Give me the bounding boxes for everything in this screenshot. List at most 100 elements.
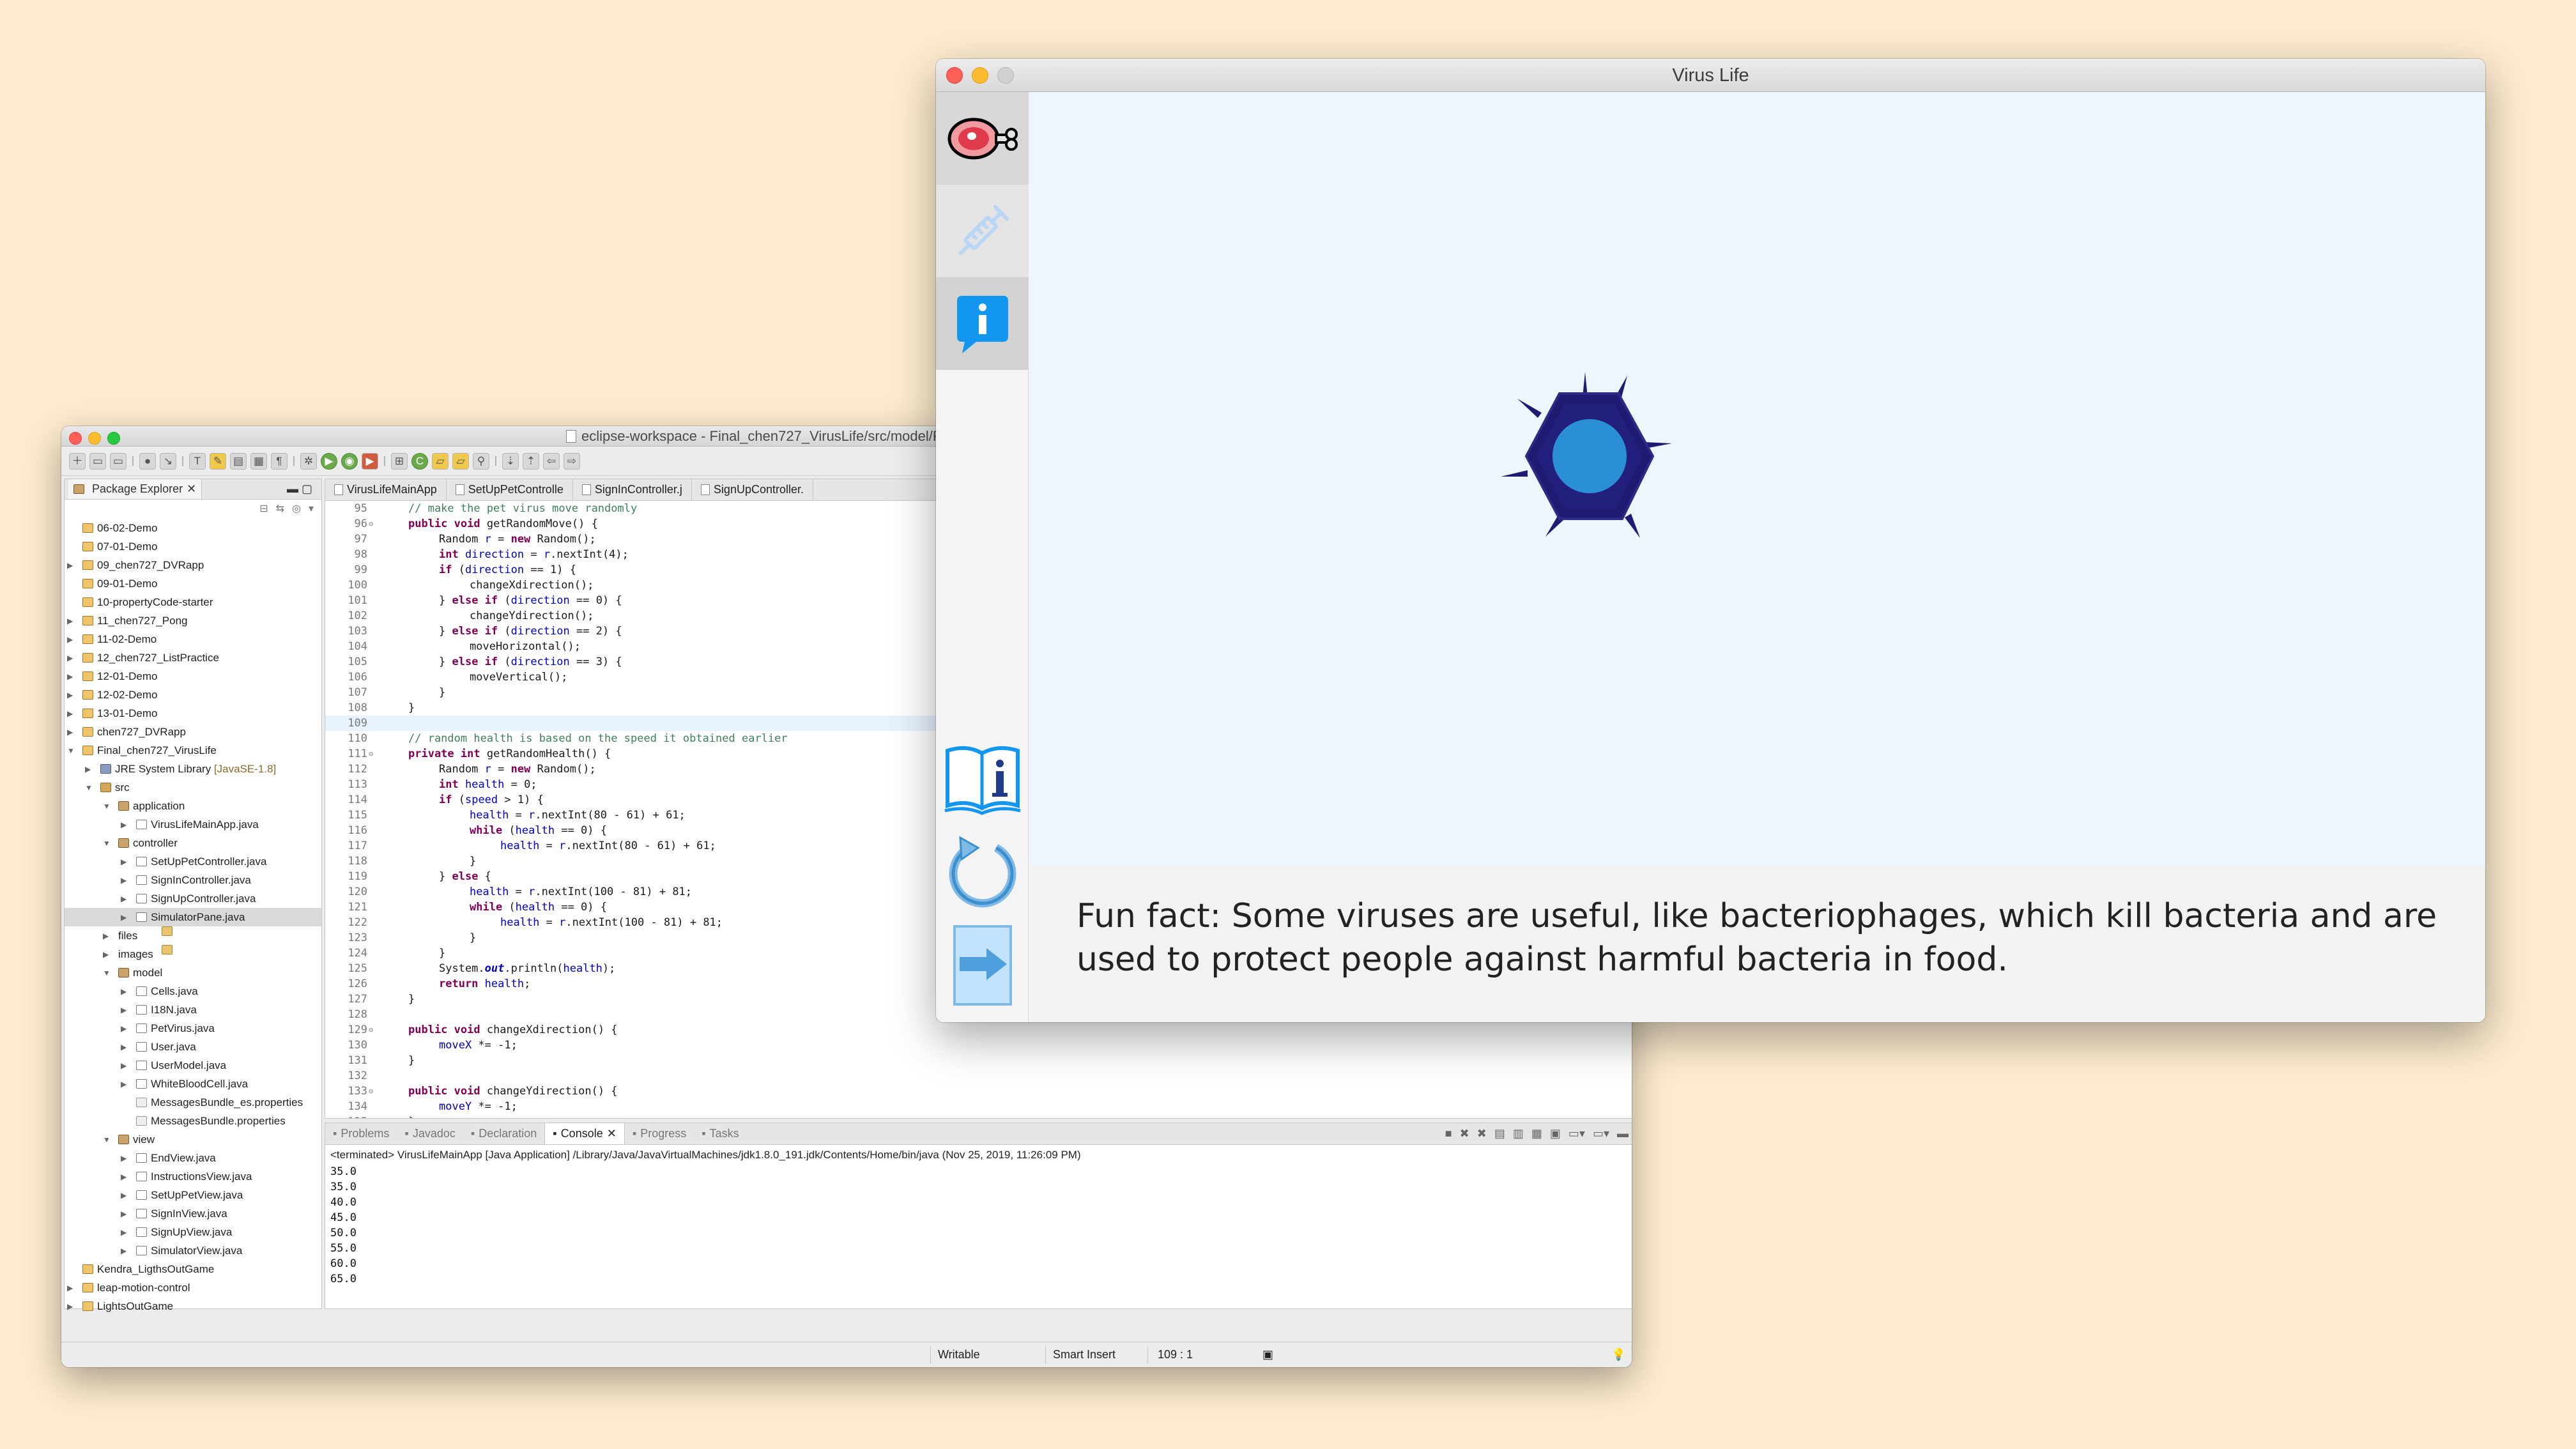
close-button[interactable] [946, 67, 963, 84]
editor-tab[interactable]: SignUpController. [692, 479, 813, 500]
tree-item[interactable]: ▶ leap-motion-control [65, 1278, 321, 1297]
expanded-twistie-icon[interactable]: ▼ [103, 797, 111, 816]
expanded-twistie-icon[interactable]: ▼ [103, 834, 111, 853]
tree-item[interactable]: ▶ VirusLifeMainApp.java [65, 815, 321, 834]
tree-item[interactable]: ▶ 12_chen727_ListPractice [65, 648, 321, 667]
expanded-twistie-icon[interactable]: ▼ [103, 1131, 111, 1149]
tab-console[interactable]: ▪ Console ✕ [544, 1123, 625, 1144]
tree-item[interactable]: ▼ controller [65, 834, 321, 852]
restart-button[interactable] [936, 826, 1029, 919]
collapsed-twistie-icon[interactable]: ▶ [121, 853, 126, 871]
new-icon[interactable]: ＋ [69, 452, 86, 470]
tree-item[interactable]: ▶ Cells.java [65, 982, 321, 1000]
collapsed-twistie-icon[interactable]: ▶ [121, 1075, 126, 1094]
external-tools-icon[interactable]: ▶ [362, 452, 378, 470]
collapsed-twistie-icon[interactable]: ▶ [85, 760, 91, 779]
tree-item[interactable]: ▶ InstructionsView.java [65, 1167, 321, 1186]
collapsed-twistie-icon[interactable]: ▶ [67, 686, 73, 705]
display-console-icon[interactable]: ▭▾ [1568, 1127, 1585, 1140]
tree-item[interactable]: ▶ JRE System Library [JavaSE-1.8] [65, 760, 321, 778]
open-console-icon[interactable]: ▭▾ [1593, 1127, 1609, 1140]
tree-item[interactable]: ▶ WhiteBloodCell.java [65, 1075, 321, 1093]
tree-item[interactable]: MessagesBundle_es.properties [65, 1093, 321, 1112]
remove-launch-icon[interactable]: ✖ [1460, 1127, 1469, 1140]
close-button[interactable] [69, 432, 82, 445]
expanded-twistie-icon[interactable]: ▼ [67, 742, 75, 760]
previous-annotation-icon[interactable]: ⇡ [523, 452, 539, 470]
collapsed-twistie-icon[interactable]: ▶ [121, 908, 126, 927]
tree-item[interactable]: ▼ view [65, 1130, 321, 1149]
tree-item[interactable]: ▶ SetUpPetController.java [65, 852, 321, 871]
tree-item[interactable]: ▶ User.java [65, 1038, 321, 1056]
debug-icon[interactable]: ✲ [300, 452, 317, 470]
minimize-pane-icon[interactable]: ▬ ▢ [1617, 1127, 1632, 1140]
next-button[interactable] [936, 919, 1029, 1011]
tree-item[interactable]: 09-01-Demo [65, 574, 321, 593]
view-menu-icon[interactable]: ▾ [309, 502, 314, 516]
remove-all-icon[interactable]: ✖ [1477, 1127, 1487, 1140]
clear-console-icon[interactable]: ▦ [1531, 1127, 1542, 1140]
toggle-mark-occurrences-icon[interactable]: ✎ [210, 452, 226, 470]
minimize-button[interactable] [972, 67, 988, 84]
vaccine-button[interactable] [936, 185, 1029, 277]
collapsed-twistie-icon[interactable]: ▶ [121, 890, 126, 908]
tree-item[interactable]: ▶ files [65, 926, 321, 945]
expanded-twistie-icon[interactable]: ▼ [103, 964, 111, 983]
tree-item[interactable]: ▶ 11-02-Demo [65, 630, 321, 648]
editor-tab[interactable]: SignInController.j [573, 479, 692, 500]
collapsed-twistie-icon[interactable]: ▶ [121, 1205, 126, 1223]
tree-item[interactable]: ▶ 12-02-Demo [65, 686, 321, 704]
tree-item[interactable]: ▶ SetUpPetView.java [65, 1186, 321, 1204]
collapsed-twistie-icon[interactable]: ▶ [121, 1057, 126, 1075]
tree-item[interactable]: ▶ 13-01-Demo [65, 704, 321, 723]
collapsed-twistie-icon[interactable]: ▶ [121, 1020, 126, 1038]
tree-item[interactable]: ▶ 09_chen727_DVRapp [65, 556, 321, 574]
tree-item[interactable]: ▶ SignInView.java [65, 1204, 321, 1223]
collapsed-twistie-icon[interactable]: ▶ [121, 1001, 126, 1020]
tree-item[interactable]: ▶ I18N.java [65, 1000, 321, 1019]
fold-icon[interactable]: ⊖ [369, 516, 373, 532]
tree-item[interactable]: ▶ SignUpView.java [65, 1223, 321, 1241]
fold-icon[interactable]: ⊖ [369, 1084, 373, 1099]
tab-tasks[interactable]: ▪ Tasks [694, 1123, 746, 1144]
tree-item[interactable]: ▶ SignUpController.java [65, 889, 321, 908]
collapsed-twistie-icon[interactable]: ▶ [121, 1223, 126, 1242]
terminate-icon[interactable]: ■ [1445, 1127, 1452, 1140]
tab-javadoc[interactable]: ▪ Javadoc [397, 1123, 463, 1144]
forward-icon[interactable]: ⇨ [564, 452, 580, 470]
collapsed-twistie-icon[interactable]: ▶ [67, 612, 73, 631]
tab-problems[interactable]: ▪ Problems [325, 1123, 397, 1144]
tree-item[interactable]: ▼ Final_chen727_VirusLife [65, 741, 321, 760]
tree-item[interactable]: ▶ 12-01-Demo [65, 667, 321, 686]
tree-item[interactable]: 07-01-Demo [65, 537, 321, 556]
tree-item[interactable]: ▶ SimulatorView.java [65, 1241, 321, 1260]
scroll-lock-icon[interactable]: ▤ [1494, 1127, 1505, 1140]
expanded-twistie-icon[interactable]: ▼ [85, 779, 93, 797]
pin-console-icon[interactable]: ▣ [1550, 1127, 1561, 1140]
toggle-word-wrap-icon[interactable]: ▦ [250, 452, 267, 470]
next-annotation-icon[interactable]: ⇣ [502, 452, 519, 470]
open-folder-icon[interactable]: ▱ [432, 452, 448, 470]
tree-item[interactable]: ▶ chen727_DVRapp [65, 723, 321, 741]
new-java-class-icon[interactable]: C [411, 452, 428, 470]
collapsed-twistie-icon[interactable]: ▶ [67, 631, 73, 649]
collapsed-twistie-icon[interactable]: ▶ [67, 649, 73, 668]
tab-declaration[interactable]: ▪ Declaration [463, 1123, 544, 1144]
debug-perspective-icon[interactable]: ● [139, 452, 156, 470]
tree-item[interactable]: ▶ SignInController.java [65, 871, 321, 889]
minimize-button[interactable] [88, 432, 101, 445]
collapsed-twistie-icon[interactable]: ▶ [121, 1038, 126, 1057]
open-type-icon[interactable]: T [189, 452, 206, 470]
collapsed-twistie-icon[interactable]: ▶ [121, 1242, 126, 1261]
tree-item[interactable]: ▶ LightsOutGame [65, 1297, 321, 1315]
fold-icon[interactable]: ⊖ [369, 1022, 373, 1038]
editor-tab[interactable]: SetUpPetControlle [447, 479, 573, 500]
collapsed-twistie-icon[interactable]: ▶ [121, 983, 126, 1001]
collapsed-twistie-icon[interactable]: ▶ [103, 946, 109, 964]
editor-tab[interactable]: VirusLifeMainApp [325, 479, 447, 500]
show-whitespace-icon[interactable]: ¶ [271, 452, 288, 470]
collapsed-twistie-icon[interactable]: ▶ [67, 705, 73, 723]
collapsed-twistie-icon[interactable]: ▶ [67, 723, 73, 742]
open-task-icon[interactable]: ▱ [452, 452, 469, 470]
tree-item[interactable]: ▼ model [65, 963, 321, 982]
